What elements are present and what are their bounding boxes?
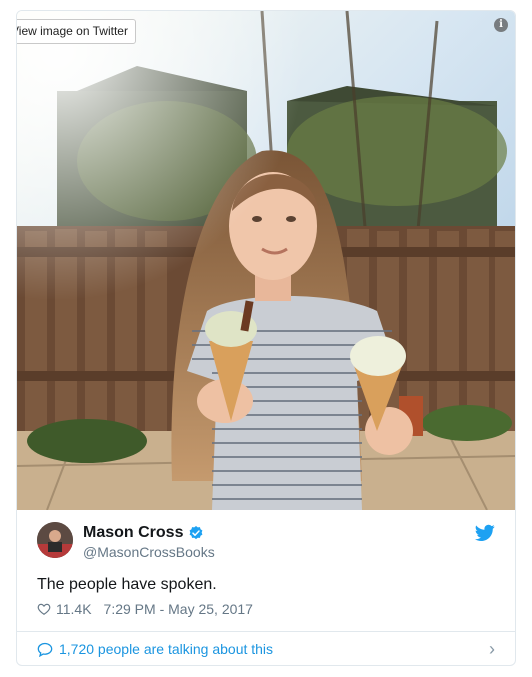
tweet-timestamp[interactable]: 7:29 PM - May 25, 2017 xyxy=(104,601,253,617)
chevron-right-icon[interactable]: › xyxy=(489,640,495,658)
heart-icon[interactable] xyxy=(37,602,51,616)
author-row[interactable]: Mason Cross xyxy=(83,524,204,542)
conversation-link[interactable]: 1,720 people are talking about this xyxy=(37,641,273,657)
comment-bubble-icon xyxy=(37,642,53,657)
tweet-meta: 11.4K 7:29 PM - May 25, 2017 xyxy=(37,601,253,617)
tweet-text: The people have spoken. xyxy=(37,576,217,593)
info-icon[interactable]: i xyxy=(494,18,508,32)
author-name[interactable]: Mason Cross xyxy=(83,524,183,542)
twitter-bird-icon[interactable] xyxy=(475,524,495,542)
verified-badge-icon xyxy=(190,526,203,540)
author-handle[interactable]: @MasonCrossBooks xyxy=(83,544,215,560)
conversation-count-text[interactable]: 1,720 people are talking about this xyxy=(59,641,273,657)
tweet-photo[interactable]: View image on Twitter i xyxy=(17,11,515,510)
like-count[interactable]: 11.4K xyxy=(56,601,92,617)
photo-illustration xyxy=(17,11,515,510)
divider xyxy=(17,631,515,632)
avatar-illustration xyxy=(37,522,73,558)
tweet-embed-card: View image on Twitter i Mason Cross @Mas… xyxy=(16,10,516,666)
view-on-twitter-button[interactable]: View image on Twitter xyxy=(17,19,136,44)
avatar[interactable] xyxy=(37,522,73,558)
tweet-body: Mason Cross @MasonCrossBooks The people … xyxy=(17,510,515,665)
